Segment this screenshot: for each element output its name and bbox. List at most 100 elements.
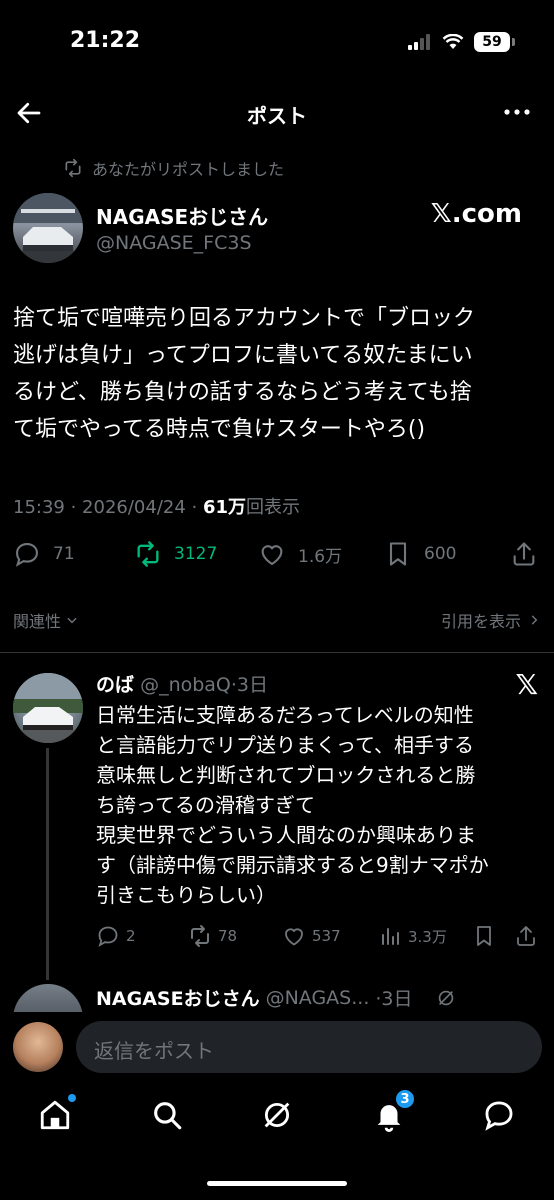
post-text-line: て垢でやってる時点で負けスタートやろ() (13, 417, 426, 442)
bar-chart-icon (382, 928, 399, 945)
author-avatar[interactable] (13, 193, 83, 263)
reply-composer: 返信をポスト (0, 1012, 554, 1084)
my-avatar[interactable] (13, 1022, 63, 1072)
page-title: ポスト (247, 104, 307, 128)
sort-relevance-label: 関連性 (13, 612, 62, 631)
reply-avatar[interactable] (13, 673, 83, 743)
battery-indicator: 59 (474, 32, 515, 52)
reply-share-action[interactable] (514, 924, 538, 948)
grok-icon (438, 990, 453, 1005)
share-icon (517, 926, 535, 946)
chevron-down-icon (67, 617, 77, 624)
reply2-age: ·3日 (375, 988, 413, 1010)
message-icon (485, 1101, 513, 1131)
show-quotes-link[interactable]: 引用を表示 (441, 608, 541, 632)
post-meta: 15:39 · 2026/04/24 · 61万回表示 (13, 493, 300, 519)
home-indicator (207, 1181, 347, 1186)
reply-like-action[interactable]: 537 (282, 924, 341, 948)
repost-count: 3127 (174, 544, 218, 564)
signal-icon (408, 34, 430, 50)
like-count: 1.6万 (298, 546, 343, 567)
sort-relevance-dropdown[interactable]: 関連性 (13, 608, 79, 632)
post-timestamp: 15:39 · 2026/04/24 · (13, 497, 203, 518)
bookmark-icon (389, 542, 407, 566)
reply-text-line: 日常生活に支障あるだろってレベルの知性 (96, 703, 474, 727)
reply-views-action[interactable]: 3.3万 (378, 924, 447, 948)
x-logo-icon: 𝕏 (515, 668, 538, 701)
wifi-icon (442, 34, 464, 49)
bookmark-count: 600 (424, 544, 457, 564)
tab-notifications[interactable]: 3 (372, 1088, 416, 1134)
reply-reply-action[interactable]: 2 (96, 924, 136, 948)
reply2-author-name[interactable]: NAGASEおじさん (96, 984, 260, 1011)
repost-note: あなたがリポストしました (62, 156, 284, 180)
reply-repost-action[interactable]: 78 (188, 924, 237, 948)
author-name[interactable]: NAGASEおじさん (96, 201, 268, 230)
repost-icon (191, 925, 209, 947)
reply-text-line: ち誇ってるの滑稽すぎて (96, 793, 315, 817)
status-bar: 21:22 59 (0, 0, 554, 84)
status-time: 21:22 (70, 28, 141, 53)
reply-age: ·3日 (230, 674, 269, 696)
author-handle[interactable]: @NAGASE_FC3S (96, 232, 252, 254)
home-new-dot (68, 1094, 76, 1102)
reply-author-name[interactable]: のば (96, 674, 134, 696)
notifications-badge: 3 (394, 1088, 416, 1110)
divider (0, 652, 554, 653)
bookmark-icon (477, 926, 491, 946)
car-photo-icon (13, 193, 83, 263)
tab-grok[interactable] (260, 1098, 296, 1134)
reply-icon (98, 926, 118, 947)
show-quotes-label: 引用を表示 (440, 612, 521, 631)
more-options-button[interactable] (502, 100, 532, 124)
reply-repost-count: 78 (218, 927, 238, 945)
bookmark-action[interactable]: 600 (384, 540, 456, 568)
search-icon (154, 1102, 182, 1130)
reply-header: のば @_nobaQ·3日 (96, 670, 268, 697)
home-icon (40, 1100, 70, 1130)
reply-input[interactable]: 返信をポスト (76, 1021, 542, 1073)
reply-action[interactable]: 71 (13, 540, 75, 568)
heart-icon (285, 928, 303, 946)
reply-views-count: 3.3万 (408, 927, 447, 946)
top-header: ポスト (0, 84, 554, 144)
reply-text-line: す（誹謗中傷で開示請求すると9割ナマポか (96, 853, 489, 877)
reply-bookmark-action[interactable] (472, 924, 496, 948)
reply-text: 日常生活に支障あるだろってレベルの知性 と言語能力でリプ送りまくって、相手する … (96, 700, 538, 910)
reply2-author-handle[interactable]: @NAGAS... (266, 987, 370, 1009)
status-icons: 59 (408, 32, 515, 52)
share-icon (513, 542, 535, 566)
post-text-line: るけど、勝ち負けの話するならどう考えても捨 (13, 380, 472, 405)
reply-text-line: 引きこもりらしい） (96, 883, 276, 907)
reply-icon (15, 543, 38, 567)
repost-note-text: あなたがリポストしました (92, 160, 285, 179)
views-label: 回表示 (246, 497, 301, 518)
like-action[interactable]: 1.6万 (258, 540, 342, 568)
chevron-right-icon (531, 615, 538, 625)
thread-line (46, 748, 49, 980)
share-action[interactable] (510, 540, 538, 568)
heart-icon (261, 545, 283, 566)
tab-messages[interactable] (482, 1098, 518, 1134)
reply-text-line: 現実世界でどういう人間なのか興味ありま (96, 823, 476, 847)
reply-count: 71 (53, 544, 75, 564)
reply-actions: 2 78 537 3.3万 (96, 924, 540, 954)
post-text-line: 逃げは負け」ってプロフに書いてる奴たまにい (13, 343, 473, 368)
tab-home[interactable] (38, 1094, 76, 1134)
tab-search[interactable] (150, 1098, 186, 1134)
source-badge: 𝕏.com (430, 199, 522, 229)
reply-text-line: と言語能力でリプ送りまくって、相手する (96, 733, 474, 757)
reply-author-handle[interactable]: @_nobaQ (140, 674, 231, 696)
reply-text-line: 意味無しと判断されてブロックされると勝 (96, 763, 476, 787)
repost-action[interactable]: 3127 (134, 540, 217, 568)
post-actions: 71 3127 1.6万 600 (0, 540, 554, 580)
repost-icon (65, 158, 81, 178)
reply2-header: NAGASEおじさん @NAGAS... ·3日 (96, 984, 536, 1011)
post-text-line: 捨て垢で喧嘩売り回るアカウントで「ブロック (13, 306, 476, 331)
repost-icon (137, 541, 159, 567)
views-count[interactable]: 61万 (203, 497, 246, 518)
car-photo-icon (13, 673, 83, 743)
reply-reply-count: 2 (126, 927, 136, 945)
reply-like-count: 537 (312, 927, 341, 945)
grok-icon (264, 1102, 290, 1128)
